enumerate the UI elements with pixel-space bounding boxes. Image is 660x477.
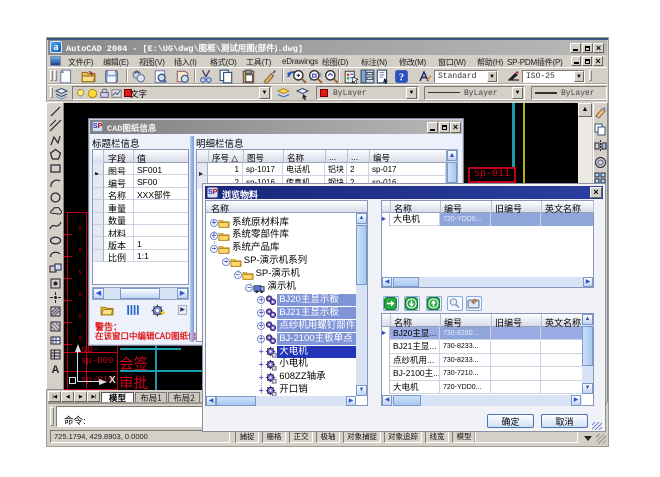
svg-text:?: ? bbox=[399, 73, 404, 84]
svg-text:A: A bbox=[52, 364, 60, 375]
